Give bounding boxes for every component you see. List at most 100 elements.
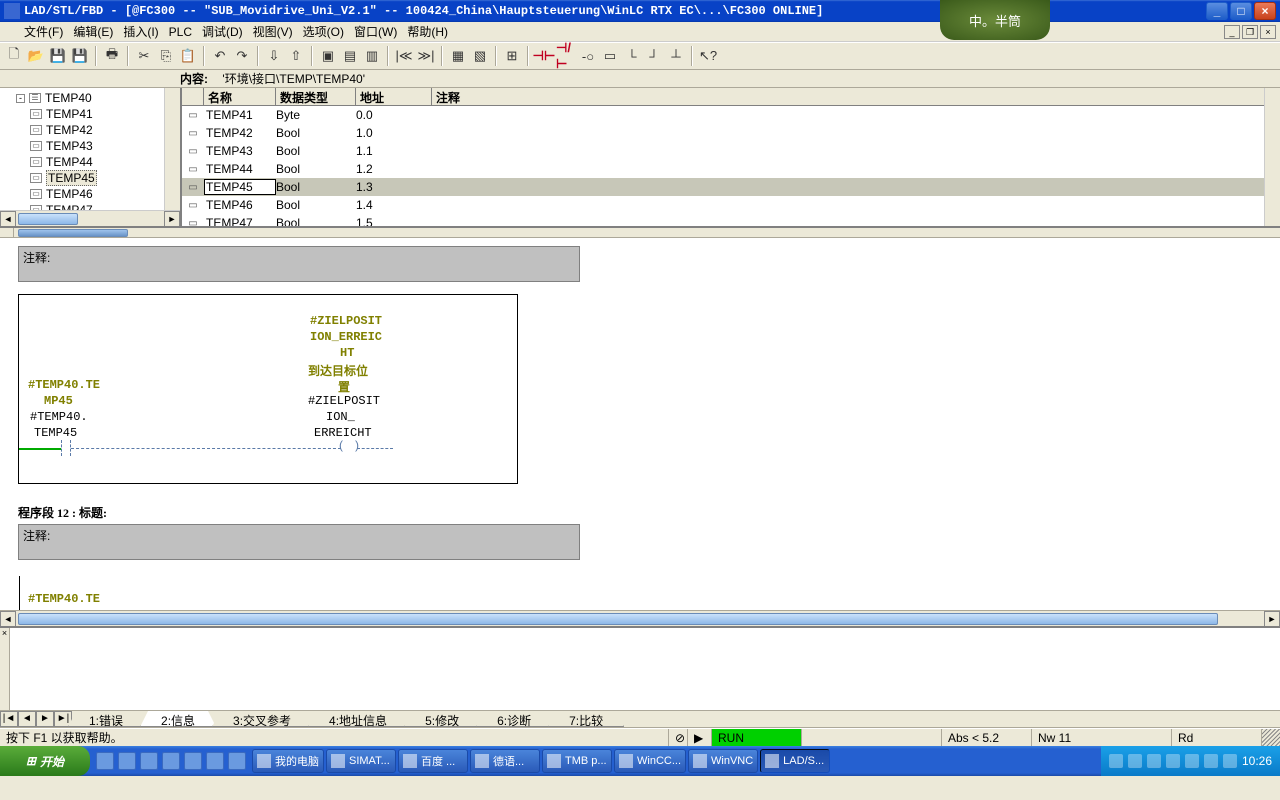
scroll-left-icon[interactable]: ◄: [0, 611, 16, 626]
mdi-minimize-button[interactable]: _: [1224, 25, 1240, 39]
tray-icon[interactable]: [1109, 754, 1123, 768]
tb-undo-icon[interactable]: ↶: [210, 46, 230, 66]
lad-editor[interactable]: 注释: #TEMP40.TE MP45 #TEMP40. TEMP45 #ZIE…: [0, 238, 1280, 626]
scroll-left-icon[interactable]: ◄: [0, 211, 16, 226]
tree-item[interactable]: ▭TEMP42: [30, 122, 180, 138]
lad-contact-icon[interactable]: [61, 440, 71, 456]
output-close-button[interactable]: ×: [0, 628, 10, 710]
col-addr[interactable]: 地址: [356, 88, 432, 105]
start-button[interactable]: ⊞开始: [0, 746, 90, 776]
taskbar-task[interactable]: SIMAT...: [326, 749, 396, 773]
scroll-right-icon[interactable]: ►: [1264, 611, 1280, 626]
tree-vscrollbar[interactable]: [164, 88, 180, 210]
tb-open-icon[interactable]: 📂: [26, 46, 46, 66]
network-comment-box[interactable]: 注释:: [18, 524, 580, 560]
col-type[interactable]: 数据类型: [276, 88, 356, 105]
taskbar-task[interactable]: WinVNC: [688, 749, 758, 773]
tb-coil-icon[interactable]: -○: [578, 46, 598, 66]
editor-mini-scroll[interactable]: [0, 228, 1280, 238]
tree-item[interactable]: ▭TEMP47: [30, 202, 180, 210]
tb-copy-icon[interactable]: ⎘: [156, 46, 176, 66]
tb-paste-icon[interactable]: 📋: [178, 46, 198, 66]
quicklaunch-icon[interactable]: [228, 752, 246, 770]
tab-addrinfo[interactable]: 4:地址信息: [308, 711, 408, 727]
tab-info[interactable]: 2:信息: [140, 711, 216, 727]
grid-row[interactable]: ▭TEMP47Bool1.5: [182, 214, 1280, 226]
col-name[interactable]: 名称: [204, 88, 276, 105]
tab-xref[interactable]: 3:交叉参考: [212, 711, 312, 727]
network-comment-box[interactable]: 注释:: [18, 246, 580, 282]
system-tray[interactable]: 10:26: [1101, 746, 1280, 776]
taskbar-task[interactable]: WinCC...: [614, 749, 686, 773]
tray-icon[interactable]: [1204, 754, 1218, 768]
tree-item[interactable]: ▭TEMP43: [30, 138, 180, 154]
window-maximize-button[interactable]: □: [1230, 2, 1252, 20]
menu-help[interactable]: 帮助(H): [407, 23, 448, 40]
tab-first-icon[interactable]: |◄: [0, 711, 18, 727]
grid-row[interactable]: ▭TEMP46Bool1.4: [182, 196, 1280, 214]
tree-hscrollbar[interactable]: ◄ ►: [0, 210, 180, 226]
tb-redo-icon[interactable]: ↷: [232, 46, 252, 66]
tb-goto-start-icon[interactable]: |≪: [394, 46, 414, 66]
tb-saveall-icon[interactable]: 💾: [70, 46, 90, 66]
taskbar-task[interactable]: 德语...: [470, 749, 540, 773]
window-close-button[interactable]: ×: [1254, 2, 1276, 20]
tree-item[interactable]: ▭TEMP44: [30, 154, 180, 170]
tb-cut-icon[interactable]: ✂: [134, 46, 154, 66]
grid-row[interactable]: ▭TEMP41Byte0.0: [182, 106, 1280, 124]
output-pane[interactable]: [10, 628, 1280, 710]
menu-insert[interactable]: 插入(I): [123, 23, 158, 40]
scroll-right-icon[interactable]: ►: [164, 211, 180, 226]
network-title[interactable]: 程序段 12 : 标题:: [18, 504, 107, 521]
tb-network-icon[interactable]: ⊞: [502, 46, 522, 66]
tb-symbols-icon[interactable]: ▤: [340, 46, 360, 66]
taskbar-task[interactable]: LAD/S...: [760, 749, 830, 773]
menu-view[interactable]: 视图(V): [253, 23, 293, 40]
tab-diag[interactable]: 6:诊断: [476, 711, 552, 727]
quicklaunch-icon[interactable]: [206, 752, 224, 770]
tb-print-icon[interactable]: 🖶: [102, 46, 122, 66]
tree-item[interactable]: ▭TEMP41: [30, 106, 180, 122]
taskbar-task[interactable]: TMB p...: [542, 749, 612, 773]
tb-download-icon[interactable]: ⇩: [264, 46, 284, 66]
quicklaunch-icon[interactable]: [162, 752, 180, 770]
window-minimize-button[interactable]: _: [1206, 2, 1228, 20]
mdi-restore-button[interactable]: ❐: [1242, 25, 1258, 39]
mdi-system-icon[interactable]: [4, 25, 18, 39]
tb-upload-icon[interactable]: ⇧: [286, 46, 306, 66]
col-comment[interactable]: 注释: [432, 88, 1280, 105]
grid-row[interactable]: ▭TEMP45Bool1.3: [182, 178, 1280, 196]
tab-modify[interactable]: 5:修改: [404, 711, 480, 727]
tab-next-icon[interactable]: ►: [36, 711, 54, 727]
taskbar-task[interactable]: 百度 ...: [398, 749, 468, 773]
tb-branch-open-icon[interactable]: └: [622, 46, 642, 66]
tray-icon[interactable]: [1223, 754, 1237, 768]
tab-prev-icon[interactable]: ◄: [18, 711, 36, 727]
tray-icon[interactable]: [1147, 754, 1161, 768]
tree-item-selected[interactable]: ▭TEMP45: [30, 170, 180, 186]
tray-clock[interactable]: 10:26: [1242, 754, 1272, 768]
tree-root[interactable]: -☰TEMP40: [16, 90, 180, 106]
scroll-thumb[interactable]: [18, 613, 1218, 625]
menu-window[interactable]: 窗口(W): [354, 23, 397, 40]
tb-contact-closed-icon[interactable]: ⊣/⊢: [556, 46, 576, 66]
tb-save-icon[interactable]: 💾: [48, 46, 68, 66]
grid-row[interactable]: ▭TEMP43Bool1.1: [182, 142, 1280, 160]
mdi-close-button[interactable]: ×: [1260, 25, 1276, 39]
quicklaunch-icon[interactable]: [96, 752, 114, 770]
tb-contact-open-icon[interactable]: ⊣⊢: [534, 46, 554, 66]
tray-icon[interactable]: [1128, 754, 1142, 768]
tb-box-icon[interactable]: ▭: [600, 46, 620, 66]
ime-badge[interactable]: 中。半筒: [940, 0, 1050, 40]
tray-icon[interactable]: [1185, 754, 1199, 768]
tb-reference-icon[interactable]: ▣: [318, 46, 338, 66]
menu-plc[interactable]: PLC: [169, 25, 192, 39]
quicklaunch-icon[interactable]: [184, 752, 202, 770]
scroll-thumb[interactable]: [18, 213, 78, 225]
interface-tree[interactable]: -☰TEMP40 ▭TEMP41 ▭TEMP42 ▭TEMP43 ▭TEMP44…: [0, 88, 182, 226]
grid-row[interactable]: ▭TEMP44Bool1.2: [182, 160, 1280, 178]
tb-goto-end-icon[interactable]: ≫|: [416, 46, 436, 66]
menu-debug[interactable]: 调试(D): [202, 23, 243, 40]
grid-vscrollbar[interactable]: [1264, 88, 1280, 226]
tray-icon[interactable]: [1166, 754, 1180, 768]
